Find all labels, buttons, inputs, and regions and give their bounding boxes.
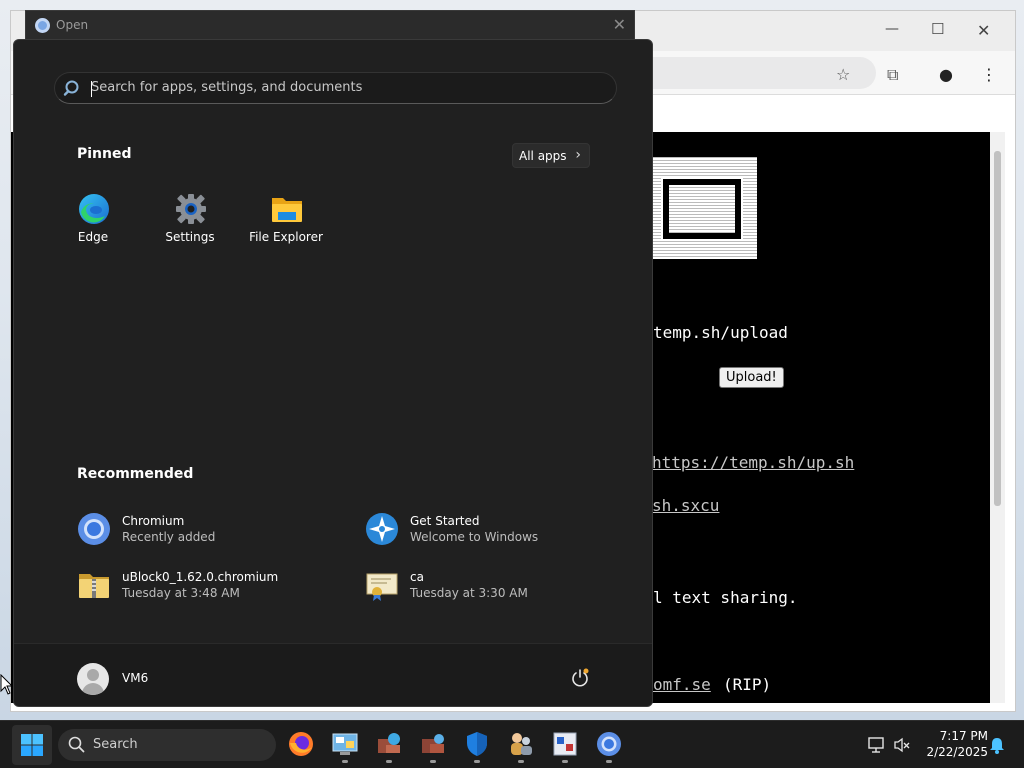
running-indicator [474, 760, 480, 763]
rip-link[interactable]: omf.se [653, 675, 711, 694]
all-apps-label: All apps [519, 149, 567, 163]
firefox-icon[interactable] [286, 729, 316, 759]
recommended-sub: Recently added [122, 530, 216, 544]
monitor-icon[interactable] [866, 735, 886, 755]
maximize-icon[interactable]: ☐ [931, 20, 944, 38]
menu-icon[interactable]: ⋮ [981, 65, 997, 84]
close-icon[interactable]: ✕ [977, 21, 990, 40]
taskbar-search-label: Search [93, 737, 138, 752]
search-placeholder: Search for apps, settings, and documents [91, 80, 363, 95]
sxcu-link[interactable]: sh.sxcu [652, 496, 719, 515]
taskbar-search[interactable]: Search [58, 729, 276, 761]
zip-folder-icon [79, 574, 109, 598]
taskbar: Search 7:17 PM 2/22/2025 [0, 720, 1024, 768]
recommended-name: ca [410, 570, 424, 584]
upsh-link[interactable]: https://temp.sh/up.sh [652, 453, 854, 472]
close-icon[interactable]: ✕ [613, 15, 626, 34]
search-icon [68, 736, 85, 753]
recommended-sub: Welcome to Windows [410, 530, 539, 544]
app-installer-icon[interactable] [418, 729, 448, 759]
pinned-app-label: Edge [77, 230, 109, 244]
start-search-box[interactable]: Search for apps, settings, and documents [54, 72, 617, 104]
running-indicator [342, 760, 348, 763]
clock-date: 2/22/2025 [926, 745, 988, 759]
extensions-icon[interactable]: ⧉ [887, 65, 898, 85]
windows-security-icon[interactable] [462, 729, 492, 759]
avatar[interactable] [77, 663, 109, 695]
scrollbar-thumb[interactable] [994, 151, 1001, 506]
users-icon[interactable] [506, 729, 536, 759]
all-apps-button[interactable]: All apps › [512, 143, 590, 168]
folder-icon [272, 198, 302, 222]
system-clock[interactable]: 7:17 PM 2/22/2025 [918, 728, 988, 760]
recommended-sub: Tuesday at 3:48 AM [122, 586, 240, 600]
get-started-icon [366, 513, 398, 545]
running-indicator [386, 760, 392, 763]
text-caret [91, 81, 92, 97]
pinned-app-label: Settings [165, 230, 215, 244]
gear-icon [176, 194, 206, 224]
running-indicator [430, 760, 436, 763]
start-menu-footer: VM6 [14, 643, 652, 706]
pinned-app-file-explorer[interactable]: File Explorer [241, 190, 331, 250]
recommended-title: Recommended [77, 466, 194, 482]
upload-button[interactable]: Upload! [719, 367, 784, 388]
rip-text: (RIP) [723, 675, 772, 694]
volume-muted-icon[interactable] [892, 735, 912, 755]
recommended-item-ca[interactable]: ca Tuesday at 3:30 AM [365, 566, 635, 606]
windows-logo-icon [21, 734, 43, 756]
upload-url-text: temp.sh/upload [653, 323, 788, 342]
dialog-title: Open [56, 18, 89, 32]
open-dialog[interactable]: Open ✕ [25, 10, 635, 40]
chromium-icon [35, 18, 50, 33]
recommended-item-chromium[interactable]: Chromium Recently added [77, 510, 347, 550]
start-menu: Search for apps, settings, and documents… [13, 39, 653, 707]
running-indicator [518, 760, 524, 763]
pinned-app-label: File Explorer [249, 230, 323, 244]
pinned-app-settings[interactable]: Settings [145, 190, 235, 250]
pinned-app-edge[interactable]: Edge [48, 190, 138, 250]
certificate-icon [366, 573, 398, 601]
running-indicator [562, 760, 568, 763]
power-icon[interactable] [570, 668, 590, 688]
clock-time: 7:17 PM [939, 729, 988, 743]
recommended-sub: Tuesday at 3:30 AM [410, 586, 528, 600]
chevron-right-icon: › [575, 147, 581, 163]
notification-bell-icon[interactable] [987, 735, 1007, 755]
search-icon [63, 80, 79, 96]
mouse-cursor-icon [0, 674, 14, 695]
site-logo [651, 157, 757, 259]
star-icon[interactable]: ☆ [836, 65, 850, 84]
user-name[interactable]: VM6 [122, 671, 148, 685]
chromium-icon[interactable] [594, 729, 624, 759]
network-icon[interactable] [550, 729, 580, 759]
running-indicator [606, 760, 612, 763]
start-button[interactable] [12, 725, 52, 765]
recommended-name: Chromium [122, 514, 185, 528]
chromium-icon [78, 513, 110, 545]
recommended-name: Get Started [410, 514, 480, 528]
edge-icon [79, 194, 109, 224]
recommended-name: uBlock0_1.62.0.chromium [122, 570, 279, 584]
control-panel-icon[interactable] [330, 729, 360, 759]
text-sharing-text: l text sharing. [653, 588, 798, 607]
recommended-item-get-started[interactable]: Get Started Welcome to Windows [365, 510, 635, 550]
pinned-title: Pinned [77, 146, 132, 162]
minimize-icon[interactable]: — [885, 21, 899, 37]
profile-icon[interactable]: ● [939, 65, 953, 84]
app-manager-icon[interactable] [374, 729, 404, 759]
recommended-item-ublock[interactable]: uBlock0_1.62.0.chromium Tuesday at 3:48 … [77, 566, 347, 606]
